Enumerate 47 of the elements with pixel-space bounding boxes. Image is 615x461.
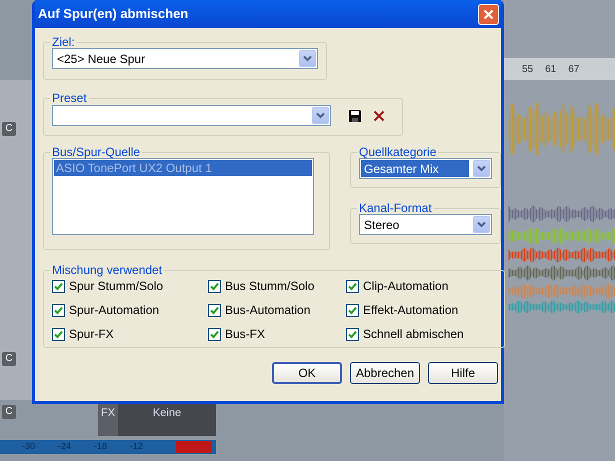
window-title: Auf Spur(en) abmischen [38, 5, 188, 24]
checkbox[interactable]: Spur-FX [52, 326, 208, 342]
close-icon [373, 110, 385, 122]
checkbox-box[interactable] [346, 304, 359, 316]
group-label: Quellkategorie [358, 146, 438, 158]
track-button[interactable]: C [2, 405, 16, 419]
checkbox[interactable]: Spur Stumm/Solo [52, 278, 208, 294]
dialog-button[interactable]: OK [272, 362, 342, 384]
group-label: Ziel: [51, 36, 76, 48]
group-label: Preset [51, 92, 88, 104]
checkbox[interactable]: Clip-Automation [346, 278, 496, 294]
close-button[interactable] [478, 4, 499, 24]
ruler-label: 61 [545, 62, 556, 76]
group-label: Mischung verwendet [51, 264, 164, 276]
track-button[interactable]: C [2, 352, 16, 366]
group-label: Bus/Spur-Quelle [51, 146, 142, 158]
checkbox[interactable]: Bus-FX [208, 326, 346, 342]
dialog-button[interactable]: Hilfe [428, 362, 498, 384]
checkbox[interactable]: Spur-Automation [52, 302, 208, 318]
checkbox-box[interactable] [208, 280, 221, 292]
checkbox-box[interactable] [52, 304, 65, 316]
checkbox[interactable]: Bus-Automation [208, 302, 346, 318]
group-label: Kanal-Format [358, 202, 433, 214]
dropdown[interactable]: Stereo [359, 214, 492, 235]
checkbox[interactable]: Bus Stumm/Solo [208, 278, 346, 294]
meter-scale-label: -18 [94, 440, 108, 454]
checkbox[interactable]: Schnell abmischen [346, 326, 496, 342]
track-button[interactable]: C [2, 122, 16, 136]
meter-scale-label: -12 [130, 440, 144, 454]
clip-indicator [176, 441, 212, 453]
checkbox-box[interactable] [52, 280, 65, 292]
dialog-button[interactable]: Abbrechen [350, 362, 420, 384]
meter-scale-label: -30 [22, 440, 36, 454]
checkbox-box[interactable] [52, 328, 65, 340]
dropdown[interactable]: Gesamter Mix [359, 158, 492, 179]
dropdown[interactable]: <25> Neue Spur [52, 48, 318, 69]
checkbox-box[interactable] [208, 328, 221, 340]
close-icon [483, 8, 494, 20]
checkbox-box[interactable] [346, 280, 359, 292]
ruler-label: 55 [522, 62, 534, 76]
fx-label: FX [100, 406, 116, 421]
checkbox-box[interactable] [346, 328, 359, 340]
checkbox[interactable]: Effekt-Automation [346, 302, 496, 318]
dropdown[interactable] [52, 105, 331, 126]
ruler-label: 67 [568, 62, 580, 76]
checkbox-box[interactable] [208, 304, 221, 316]
meter-scale-label: -24 [58, 440, 72, 454]
